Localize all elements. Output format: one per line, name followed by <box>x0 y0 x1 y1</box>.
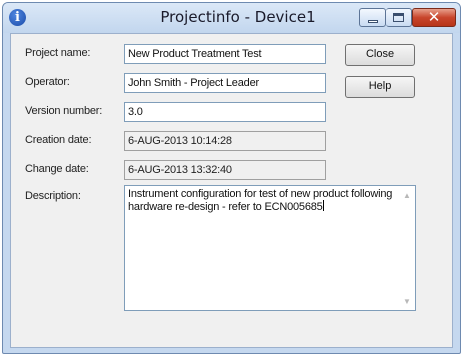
scroll-up-arrow-icon[interactable]: ▲ <box>403 191 411 200</box>
project-name-label: Project name: <box>25 47 91 59</box>
title-bar[interactable]: i Projectinfo - Device1 ✕ <box>3 3 460 33</box>
scroll-down-arrow-icon[interactable]: ▼ <box>403 297 411 306</box>
maximize-icon <box>393 13 404 22</box>
minimize-button[interactable] <box>359 8 386 27</box>
description-line-2: hardware re-design - refer to ECN005685 <box>128 200 324 213</box>
text-cursor <box>322 200 324 211</box>
creation-date-field <box>124 131 326 151</box>
version-number-input[interactable] <box>124 102 326 122</box>
maximize-button[interactable] <box>386 8 412 27</box>
dialog-client-area: Project name: Operator: Version number: … <box>10 33 453 348</box>
creation-date-label: Creation date: <box>25 134 92 146</box>
change-date-field <box>124 160 326 180</box>
close-icon: ✕ <box>427 8 441 26</box>
help-button[interactable]: Help <box>345 76 415 98</box>
dialog-window: i Projectinfo - Device1 ✕ Project name: … <box>2 2 461 354</box>
change-date-label: Change date: <box>25 163 89 175</box>
description-label: Description: <box>25 190 81 202</box>
project-name-input[interactable] <box>124 44 326 64</box>
info-icon: i <box>9 9 26 26</box>
close-button[interactable]: Close <box>345 44 415 66</box>
version-number-label: Version number: <box>25 105 103 117</box>
description-text: Instrument configuration for test of new… <box>128 188 396 213</box>
description-textarea[interactable]: Instrument configuration for test of new… <box>124 185 416 311</box>
minimize-icon <box>368 20 378 23</box>
operator-input[interactable] <box>124 73 326 93</box>
close-window-button[interactable]: ✕ <box>412 8 456 27</box>
window-title: Projectinfo - Device1 <box>160 8 316 26</box>
description-line-1: Instrument configuration for test of new… <box>128 188 393 200</box>
operator-label: Operator: <box>25 76 70 88</box>
